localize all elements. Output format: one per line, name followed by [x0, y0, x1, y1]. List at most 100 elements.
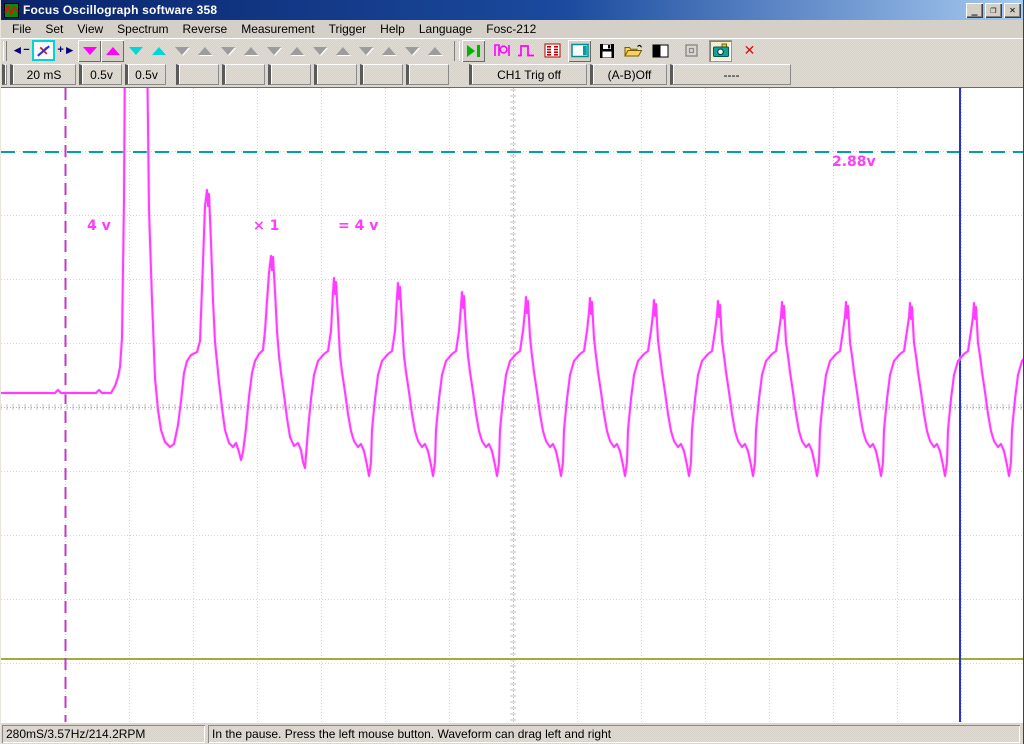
- triangle-up-icon: [198, 47, 212, 55]
- square-wave-button[interactable]: [514, 40, 537, 62]
- timebase-button-label: 20 mS: [27, 68, 62, 82]
- square-wave-icon: [517, 43, 535, 58]
- toolbar-separator: [454, 41, 460, 61]
- settings-toolbar: 20 mS 0.5v 0.5v CH1 Trig off (A-B)Off ----: [1, 62, 1023, 88]
- ch5-shift-up-button[interactable]: [285, 40, 308, 62]
- scale-slot-6[interactable]: [406, 64, 449, 85]
- trigger-icon: [493, 42, 512, 59]
- math-mode-button[interactable]: ----: [670, 64, 791, 85]
- ch1-scale-button[interactable]: 0.5v: [79, 64, 122, 85]
- triangle-down-icon: [313, 47, 327, 55]
- copy-image-button[interactable]: [680, 40, 703, 62]
- app-logo-icon: [4, 3, 19, 18]
- cursor-tool-button[interactable]: ✕: [32, 40, 55, 61]
- close-button[interactable]: ✕: [1004, 3, 1021, 18]
- ch5-shift-down-button[interactable]: [262, 40, 285, 62]
- triangle-down-icon: [359, 47, 373, 55]
- ch1-shift-down-button[interactable]: [78, 40, 101, 62]
- multiplier-label: × 1: [253, 218, 279, 234]
- run-pause-button[interactable]: [462, 40, 485, 62]
- invert-display-button[interactable]: [649, 40, 672, 62]
- red-grid-icon: [544, 43, 561, 58]
- ch1-shift-up-button[interactable]: [101, 40, 124, 62]
- ch2-shift-down-button[interactable]: [124, 40, 147, 62]
- menu-item-help[interactable]: Help: [373, 21, 412, 37]
- triangle-up-icon: [106, 47, 120, 55]
- ch8-shift-up-button[interactable]: [423, 40, 446, 62]
- small-square-icon: [684, 43, 699, 58]
- status-measurements: 280mS/3.57Hz/214.2RPM: [2, 725, 205, 743]
- scope-canvas[interactable]: [1, 88, 1024, 722]
- triangle-down-icon: [405, 47, 419, 55]
- pan-right-button[interactable]: +►: [55, 40, 78, 62]
- cursor-voltage-label: 4 v: [87, 218, 111, 234]
- trigger-status-button-label: CH1 Trig off: [497, 68, 561, 82]
- screenshot-button[interactable]: [709, 40, 732, 62]
- triangle-up-icon: [382, 47, 396, 55]
- exit-button[interactable]: ✕: [738, 40, 761, 62]
- menu-item-set[interactable]: Set: [38, 21, 70, 37]
- ch3-shift-down-button[interactable]: [170, 40, 193, 62]
- math-mode-button-label: ----: [724, 68, 740, 82]
- menu-item-spectrum[interactable]: Spectrum: [110, 21, 175, 37]
- timebase-button[interactable]: 20 mS: [10, 64, 76, 85]
- triangle-up-icon: [244, 47, 258, 55]
- split-view-button[interactable]: [568, 40, 591, 62]
- ch2-shift-up-button[interactable]: [147, 40, 170, 62]
- measure-voltage-label: 2.88v: [832, 154, 876, 170]
- ch6-shift-up-button[interactable]: [331, 40, 354, 62]
- play-icon: [467, 45, 475, 57]
- menu-item-file[interactable]: File: [5, 21, 38, 37]
- scale-slot-2[interactable]: [222, 64, 265, 85]
- menu-item-fosc-212[interactable]: Fosc-212: [479, 21, 543, 37]
- menu-item-reverse[interactable]: Reverse: [176, 21, 235, 37]
- open-file-button[interactable]: [622, 40, 645, 62]
- contrast-icon: [652, 44, 669, 58]
- triangle-up-icon: [152, 47, 166, 55]
- save-button[interactable]: [595, 40, 618, 62]
- arrow-right-icon: +►: [57, 44, 75, 57]
- minimize-button[interactable]: _: [966, 3, 983, 18]
- trigger-status-button[interactable]: CH1 Trig off: [469, 64, 587, 85]
- triangle-down-icon: [175, 47, 189, 55]
- triangle-down-icon: [83, 47, 97, 55]
- status-message: In the pause. Press the left mouse butto…: [208, 725, 1020, 743]
- scale-slot-1[interactable]: [176, 64, 219, 85]
- scale-slot-3[interactable]: [268, 64, 311, 85]
- triangle-up-icon: [290, 47, 304, 55]
- camera-icon: [712, 43, 730, 58]
- trigger-mark-button[interactable]: [491, 40, 514, 62]
- red-x-icon: ✕: [744, 44, 756, 58]
- statusbar: 280mS/3.57Hz/214.2RPM In the pause. Pres…: [1, 722, 1023, 744]
- triangle-down-icon: [267, 47, 281, 55]
- scope-display[interactable]: 4 v × 1 = 4 v 2.88v: [1, 88, 1024, 722]
- titlebar[interactable]: Focus Oscillograph software 358 _ ❐ ✕: [1, 0, 1023, 20]
- triangle-down-icon: [221, 47, 235, 55]
- menu-item-measurement[interactable]: Measurement: [234, 21, 321, 37]
- data-table-button[interactable]: [541, 40, 564, 62]
- ch2-scale-button-label: 0.5v: [135, 68, 158, 82]
- triangle-up-icon: [336, 47, 350, 55]
- menu-item-language[interactable]: Language: [412, 21, 479, 37]
- restore-button[interactable]: ❐: [985, 3, 1002, 18]
- toolbar-gripper: [3, 41, 7, 61]
- ch7-shift-down-button[interactable]: [354, 40, 377, 62]
- ch2-scale-button[interactable]: 0.5v: [125, 64, 166, 85]
- ch4-shift-down-button[interactable]: [216, 40, 239, 62]
- ch7-shift-up-button[interactable]: [377, 40, 400, 62]
- ch6-shift-down-button[interactable]: [308, 40, 331, 62]
- scale-slot-5[interactable]: [360, 64, 403, 85]
- panel-icon: [571, 43, 589, 58]
- main-toolbar: ◄−✕+►✕: [1, 38, 1023, 62]
- ch8-shift-down-button[interactable]: [400, 40, 423, 62]
- menu-item-view[interactable]: View: [70, 21, 110, 37]
- pan-left-button[interactable]: ◄−: [9, 40, 32, 62]
- scale-slot-4[interactable]: [314, 64, 357, 85]
- ch1-scale-button-label: 0.5v: [90, 68, 113, 82]
- ch4-shift-up-button[interactable]: [239, 40, 262, 62]
- menu-item-trigger[interactable]: Trigger: [322, 21, 374, 37]
- arrow-left-icon: ◄−: [11, 44, 29, 57]
- ch3-shift-up-button[interactable]: [193, 40, 216, 62]
- ab-mode-button[interactable]: (A-B)Off: [590, 64, 667, 85]
- segment-stub[interactable]: [2, 64, 7, 85]
